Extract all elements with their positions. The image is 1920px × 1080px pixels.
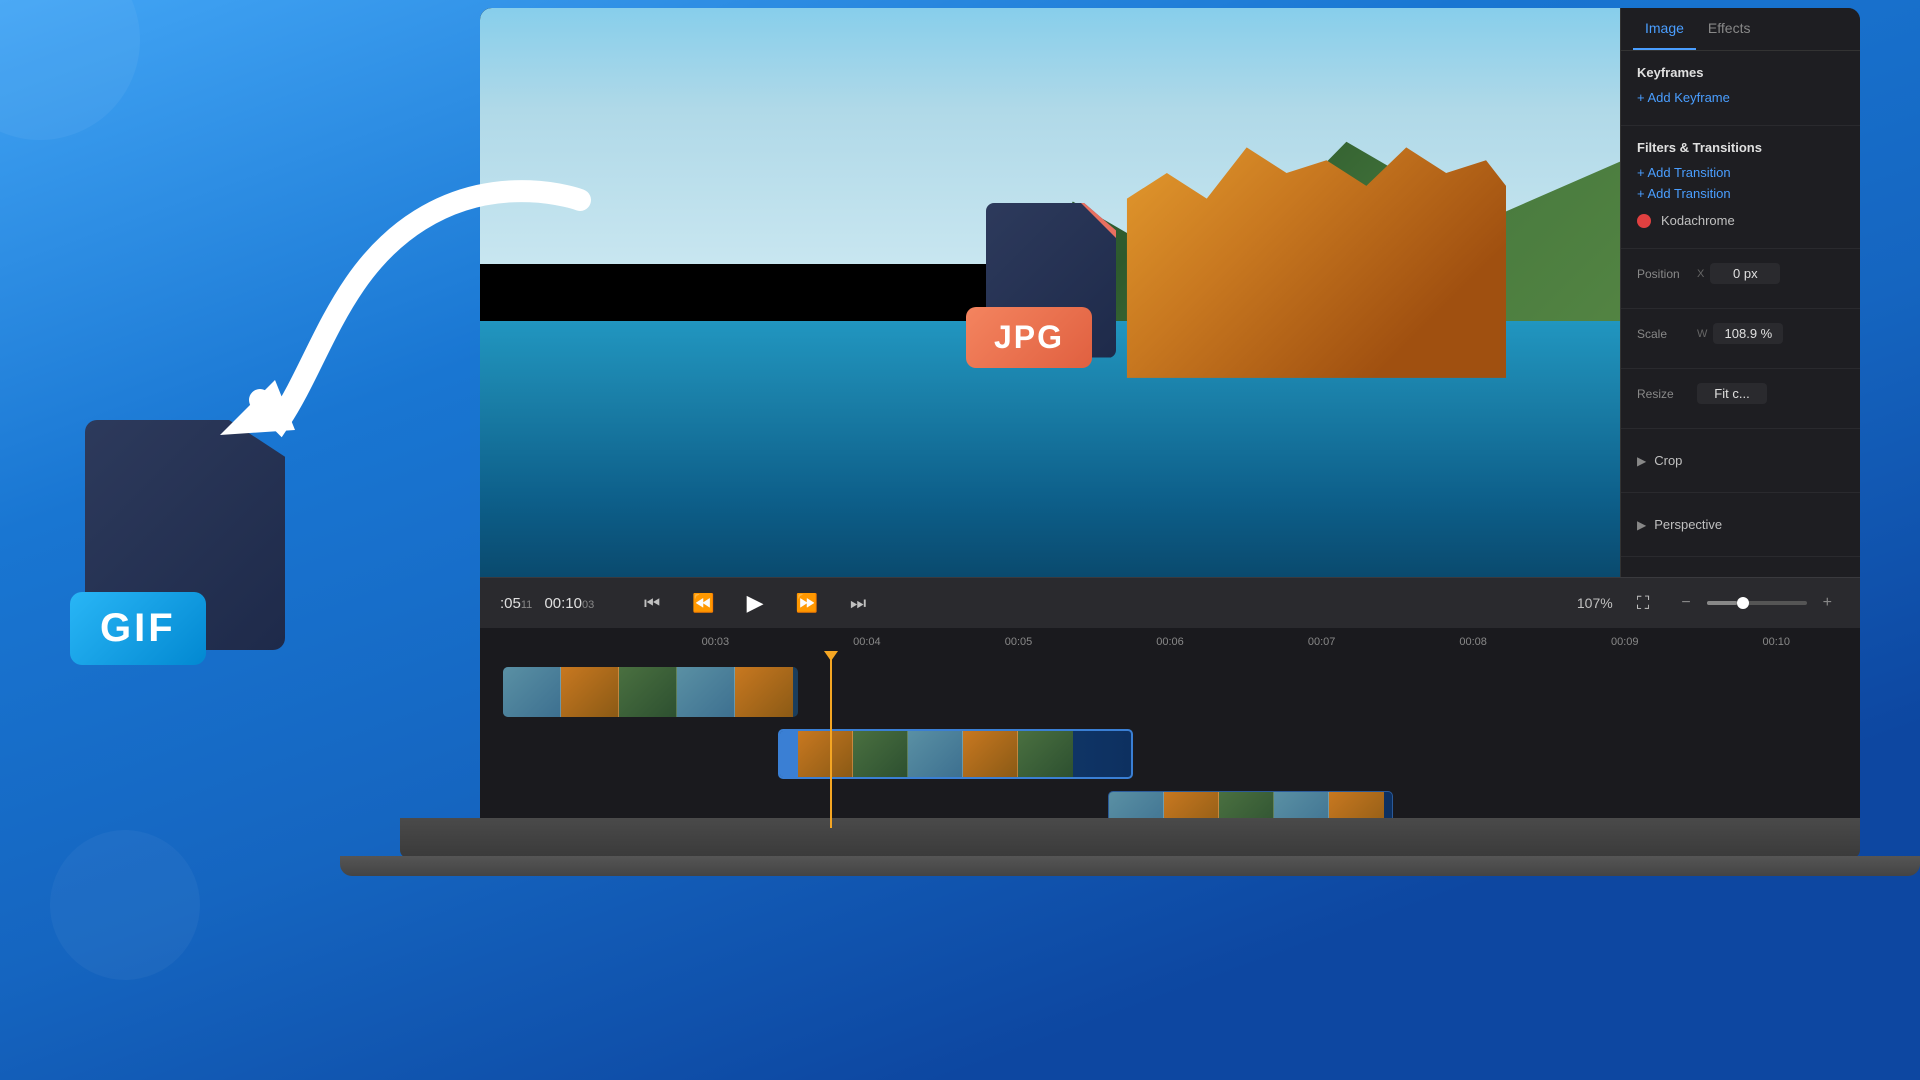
skip-forward-button[interactable]: ⏭ (842, 589, 874, 618)
clip-thumb-1-b (561, 667, 619, 717)
ruler-mark-6: 00:08 (1397, 636, 1549, 656)
timeline-track-2 (488, 726, 1852, 781)
zoom-slider-fill (1707, 601, 1737, 605)
scale-section: Scale W 108.9 % (1621, 309, 1860, 369)
add-keyframe-button[interactable]: + Add Keyframe (1637, 90, 1844, 105)
clip-thumb-2-c (908, 731, 963, 777)
skip-back-button[interactable]: ⏮ (636, 589, 668, 618)
position-section: Position X 0 px (1621, 249, 1860, 309)
decorative-circle-2 (50, 830, 200, 980)
jpg-file-fold (1081, 203, 1116, 238)
crop-label: Crop (1654, 453, 1682, 468)
filters-section: Filters & Transitions + Add Transition +… (1621, 126, 1860, 249)
resize-section: Resize Fit c... (1621, 369, 1860, 429)
playhead-triangle (824, 651, 838, 661)
keyframes-section: Keyframes + Add Keyframe (1621, 51, 1860, 126)
right-panel: Image Effects Keyframes + Add Keyframe F… (1620, 8, 1860, 577)
perspective-label: Perspective (1654, 517, 1722, 532)
ruler-mark-1: 00:03 (640, 636, 792, 656)
laptop-screen: JPG Image Effects Keyframes + Add Keyfra… (480, 8, 1860, 828)
crop-toggle[interactable]: ▶ Crop (1637, 443, 1844, 478)
perspective-arrow-icon: ▶ (1637, 518, 1646, 532)
zoom-controls: − + (1673, 590, 1840, 616)
scale-label: Scale (1637, 327, 1697, 341)
filter-color-dot (1637, 214, 1651, 228)
zoom-out-icon: − (1673, 590, 1698, 616)
scale-w-value[interactable]: 108.9 % (1713, 323, 1783, 344)
crop-section: ▶ Crop (1621, 429, 1860, 493)
ruler-mark-4: 00:06 (1094, 636, 1246, 656)
ruler-mark-2: 00:04 (791, 636, 943, 656)
playhead[interactable] (830, 656, 832, 828)
tab-effects[interactable]: Effects (1696, 8, 1763, 50)
playback-bar: :0511 00:1003 ⏮ ⏪ ▶ ⏩ ⏭ 107% ⛶ − (480, 577, 1860, 628)
panel-tabs: Image Effects (1621, 8, 1860, 51)
kodachrome-filter[interactable]: Kodachrome (1637, 207, 1844, 234)
perspective-section: ▶ Perspective (1621, 493, 1860, 557)
clip-thumb-1-a (503, 667, 561, 717)
play-button[interactable]: ▶ (739, 586, 772, 620)
zoom-slider[interactable] (1707, 601, 1807, 605)
position-row: Position X 0 px (1637, 263, 1844, 284)
position-x-value[interactable]: 0 px (1710, 263, 1780, 284)
clip-thumb-1-e (735, 667, 793, 717)
clip-thumb-2-handle (780, 731, 798, 779)
scale-row: Scale W 108.9 % (1637, 323, 1844, 344)
ruler-mark-7: 00:09 (1549, 636, 1701, 656)
editor-container: JPG Image Effects Keyframes + Add Keyfra… (480, 8, 1860, 828)
resize-row: Resize Fit c... (1637, 383, 1844, 404)
filters-title: Filters & Transitions (1637, 140, 1844, 155)
clip-thumb-1-d (677, 667, 735, 717)
crop-arrow-icon: ▶ (1637, 454, 1646, 468)
add-transition-2-button[interactable]: + Add Transition (1637, 186, 1844, 201)
gif-badge: GIF (70, 592, 206, 665)
arrow-container (200, 140, 620, 480)
clip-thumb-2-b (853, 731, 908, 777)
resize-value[interactable]: Fit c... (1697, 383, 1767, 404)
filter-name-label: Kodachrome (1661, 213, 1735, 228)
current-time-display: :0511 00:1003 (500, 595, 620, 612)
add-transition-1-button[interactable]: + Add Transition (1637, 165, 1844, 180)
timeline-ruler: 00:03 00:04 00:05 00:06 00:07 00:08 00:0… (480, 636, 1860, 656)
track-clip-1[interactable] (503, 667, 798, 717)
zoom-slider-thumb (1737, 597, 1749, 609)
position-label: Position (1637, 267, 1697, 281)
clip-thumb-2-a (798, 731, 853, 777)
curved-arrow-icon (200, 140, 620, 480)
perspective-toggle[interactable]: ▶ Perspective (1637, 507, 1844, 542)
editor-main: JPG Image Effects Keyframes + Add Keyfra… (480, 8, 1860, 577)
timeline-tracks (480, 656, 1860, 828)
clip-thumb-2-d (963, 731, 1018, 777)
timeline: 00:03 00:04 00:05 00:06 00:07 00:08 00:0… (480, 628, 1860, 828)
ruler-mark-8: 00:10 (1701, 636, 1853, 656)
zoom-in-icon: + (1815, 590, 1840, 616)
ruler-mark-3: 00:05 (943, 636, 1095, 656)
ruler-mark-5: 00:07 (1246, 636, 1398, 656)
jpg-icon-container: JPG (986, 203, 1146, 383)
rewind-button[interactable]: ⏪ (684, 589, 722, 618)
clip-thumb-2-e (1018, 731, 1073, 777)
laptop-body (400, 818, 1860, 858)
jpg-badge: JPG (966, 307, 1092, 368)
x-axis-icon: X (1697, 268, 1704, 280)
ruler-mark-0 (488, 636, 640, 656)
fullscreen-button[interactable]: ⛶ (1629, 589, 1658, 618)
fast-forward-button[interactable]: ⏩ (788, 589, 826, 618)
clip-thumb-1-c (619, 667, 677, 717)
tab-image[interactable]: Image (1633, 8, 1696, 50)
laptop-base (340, 856, 1920, 876)
video-preview: JPG (480, 8, 1620, 577)
resize-label: Resize (1637, 387, 1697, 401)
keyframes-title: Keyframes (1637, 65, 1844, 80)
zoom-percent-display: 107% (1577, 595, 1613, 611)
timeline-track-1 (488, 664, 1852, 719)
w-axis-icon: W (1697, 328, 1707, 340)
